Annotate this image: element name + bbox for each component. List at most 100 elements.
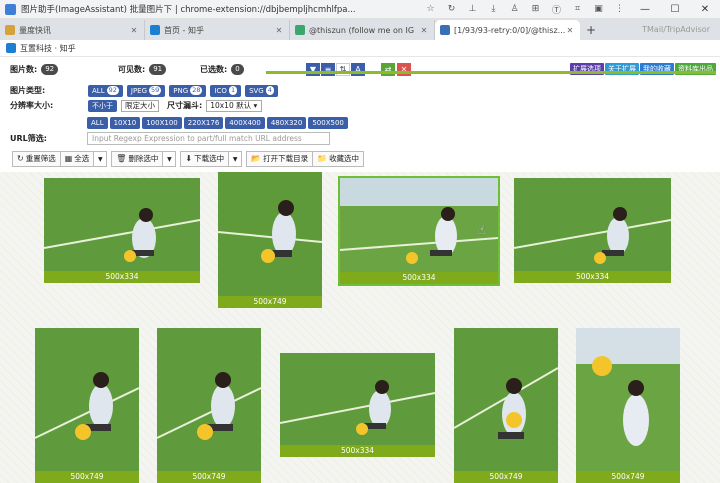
reset-filter-button[interactable]: ↻ 重置筛选: [12, 151, 61, 167]
image-size-label: 500x749: [35, 471, 139, 483]
tab-favicon: [440, 25, 450, 35]
visible-count-label: 可见数:: [118, 65, 146, 74]
size-preset-button[interactable]: 400X400: [225, 116, 265, 129]
tab-0[interactable]: 量度快讯 ✕: [0, 20, 145, 40]
accent-strip: [266, 71, 716, 74]
pin-icon[interactable]: ⊥: [462, 0, 483, 19]
type-ico-button[interactable]: ICO 1: [210, 84, 242, 97]
window-title: 图片助手(ImageAssistant) 批量图片下 | chrome-exte…: [21, 5, 356, 15]
image-size-label: 500x749: [576, 471, 680, 483]
limit-size-button[interactable]: 限定大小: [121, 99, 159, 112]
type-label: 图片类型:: [10, 86, 46, 95]
grid-icon[interactable]: ⊞: [525, 0, 546, 19]
window-titlebar: 图片助手(ImageAssistant) 批量图片下 | chrome-exte…: [0, 0, 720, 19]
window-icon[interactable]: ▣: [588, 0, 609, 19]
image-card[interactable]: 500x749: [35, 328, 139, 483]
zhihu-icon: [6, 43, 16, 53]
tab-1[interactable]: 首页 - 知乎 ✕: [145, 20, 290, 40]
image-card[interactable]: 500x334: [280, 353, 435, 457]
image-card[interactable]: 500x334: [44, 178, 200, 283]
url-filter-input[interactable]: Input Regexp Expression to part/full mat…: [87, 132, 330, 145]
maximize-button[interactable]: ☐: [660, 0, 690, 19]
visible-count-badge: 91: [149, 64, 167, 75]
type-svg-button[interactable]: SVG 4: [245, 84, 278, 97]
photo: [44, 178, 200, 271]
url-filter-label: URL筛选:: [10, 134, 47, 143]
image-size-label: 500x334: [514, 271, 671, 283]
image-card[interactable]: 500x749: [157, 328, 261, 483]
size-preset-button[interactable]: 500X500: [308, 116, 348, 129]
delete-selected-button[interactable]: 🗑 删除选中: [111, 151, 164, 167]
bookmark-item[interactable]: 互置科技 · 知乎: [20, 43, 76, 54]
size-preset-button[interactable]: ALL: [87, 116, 108, 129]
size-preset-button[interactable]: 480X320: [266, 116, 307, 129]
select-all-button[interactable]: ▦ 全选: [59, 151, 95, 167]
filter-icon[interactable]: ▼: [306, 63, 320, 76]
image-size-label: 500x334: [340, 272, 498, 284]
reset-icon: ↻: [17, 154, 24, 163]
selected-count-badge: 0: [231, 64, 244, 75]
tab-label: 首页 - 知乎: [164, 25, 204, 35]
select-all-icon: ▦: [64, 154, 73, 163]
download-icon: ⬇: [185, 154, 193, 163]
image-size-label: 500x749: [218, 296, 322, 308]
not-less-than-button[interactable]: 不小于: [88, 99, 117, 112]
star-icon[interactable]: ☆: [420, 0, 441, 19]
photo: [454, 328, 558, 471]
profile-icon[interactable]: ♙: [504, 0, 525, 19]
crop-icon[interactable]: ⌗: [567, 0, 588, 19]
image-card-selected[interactable]: 500x334: [338, 176, 500, 286]
tab-3-active[interactable]: [1/93/93-retry:0/0]/@thisz... ✕: [435, 20, 580, 40]
close-icon[interactable]: ✕: [565, 26, 575, 35]
download-selected-button[interactable]: ⬇ 下载选中: [180, 151, 230, 167]
bookmark-bar: 互置科技 · 知乎: [0, 40, 720, 57]
size-preset-button[interactable]: 10X10: [109, 116, 141, 129]
type-png-button[interactable]: PNG 28: [169, 84, 207, 97]
type-all-button[interactable]: ALL 92: [88, 84, 123, 97]
select-all-dropdown[interactable]: ▼: [93, 151, 108, 167]
delete-dropdown[interactable]: ▼: [162, 151, 177, 167]
image-card[interactable]: 500x334: [514, 178, 671, 283]
sort-icon[interactable]: ⇅: [336, 63, 350, 76]
size-filter-select[interactable]: 10x10 默认 ▾: [206, 99, 263, 112]
tab-2[interactable]: @thiszun (follow me on IG ✕: [290, 20, 435, 40]
translate-icon[interactable]: Ⓣ: [546, 0, 567, 19]
image-assistant-panel: 图片数: 92 可见数: 91 已选数: 0 ▼ ≡ ⇅ A ⇄ ✕ 扩展选项 …: [0, 57, 720, 172]
reload-icon[interactable]: ↻: [441, 0, 462, 19]
tab-label: 量度快讯: [19, 25, 51, 35]
image-card[interactable]: 500x749: [218, 172, 322, 308]
tab-strip: 量度快讯 ✕ 首页 - 知乎 ✕ @thiszun (follow me on …: [0, 19, 720, 40]
photo: [340, 178, 498, 272]
type-jpeg-button[interactable]: JPEG 59: [126, 84, 166, 97]
list-icon[interactable]: ≡: [321, 63, 335, 76]
menu-icon[interactable]: ⋮: [609, 0, 630, 19]
photo: [576, 328, 680, 471]
size-preset-button[interactable]: 220X176: [183, 116, 224, 129]
image-card[interactable]: 500x749: [454, 328, 558, 483]
image-size-label: 500x334: [44, 271, 200, 283]
new-tab-button[interactable]: +: [580, 20, 602, 40]
tabstrip-extra: TMail/TripAdvisor: [642, 25, 710, 34]
download-dropdown[interactable]: ▼: [228, 151, 243, 167]
selected-count-label: 已选数:: [200, 65, 228, 74]
folder-open-icon: 📂: [251, 154, 262, 163]
swap-icon[interactable]: ⇄: [381, 63, 395, 76]
image-gallery: 500x334 500x749 500x334 500x334 500x749 …: [0, 172, 720, 483]
close-icon[interactable]: ✕: [274, 26, 284, 35]
text-icon[interactable]: A: [351, 63, 365, 76]
photo: [218, 172, 322, 296]
size-preset-button[interactable]: 100X100: [142, 116, 182, 129]
minimize-button[interactable]: —: [630, 0, 660, 19]
close-icon[interactable]: ✕: [129, 26, 139, 35]
trash-icon: 🗑: [116, 154, 127, 163]
download-icon[interactable]: ⤓: [483, 0, 504, 19]
close-button[interactable]: ✕: [690, 0, 720, 19]
open-download-dir-button[interactable]: 📂 打开下载目录: [246, 151, 314, 167]
image-size-label: 500x749: [157, 471, 261, 483]
size-filter-label: 尺寸漏斗:: [167, 101, 203, 110]
tab-label: [1/93/93-retry:0/0]/@thisz...: [454, 25, 565, 35]
favorite-selected-button[interactable]: 📁 收藏选中: [312, 151, 365, 167]
image-card[interactable]: 500x749: [576, 328, 680, 483]
close-icon[interactable]: ✕: [419, 26, 429, 35]
clear-icon[interactable]: ✕: [397, 63, 411, 76]
